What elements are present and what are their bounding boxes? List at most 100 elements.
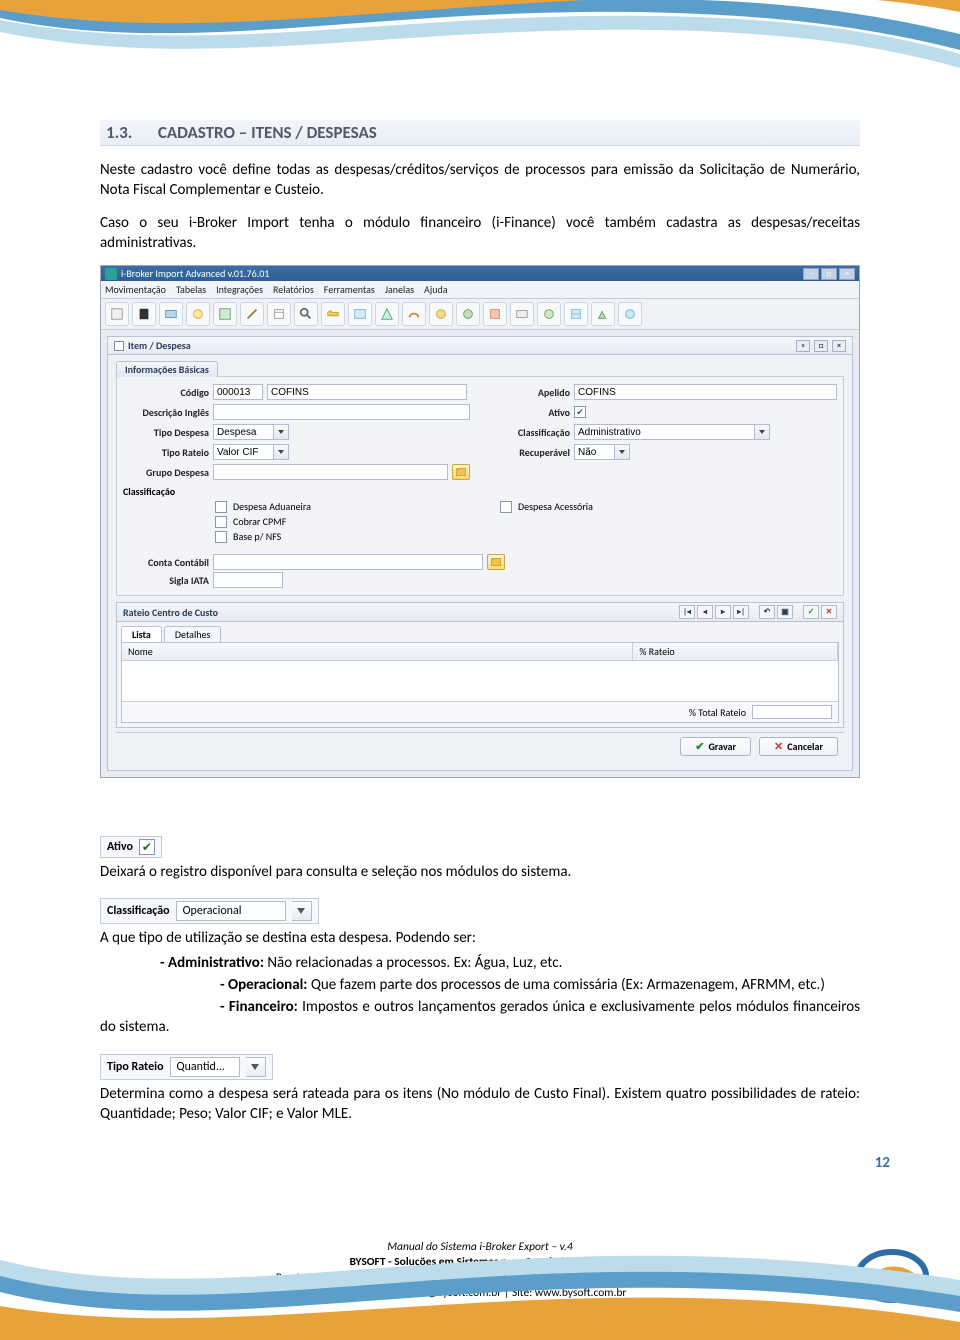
panel-maximize-icon[interactable]: □ [814, 340, 828, 352]
close-button[interactable]: × [839, 268, 855, 280]
chk-despesa-acessoria[interactable] [500, 501, 512, 513]
toolbar-icon[interactable] [132, 302, 156, 326]
minimize-button[interactable]: – [803, 268, 819, 280]
toolbar-icon[interactable] [105, 302, 129, 326]
nav-confirm-icon[interactable]: ✓ [803, 605, 819, 619]
toolbar-icon[interactable] [483, 302, 507, 326]
bullet-oper: - Operacional: Que fazem parte dos proce… [100, 975, 860, 995]
toolbar-icon[interactable] [618, 302, 642, 326]
recuperavel-value[interactable] [574, 444, 614, 460]
toolbar-icon[interactable] [159, 302, 183, 326]
window-title: i-Broker Import Advanced v.01.76.01 [121, 267, 269, 280]
nav-add-icon[interactable]: ▣ [777, 605, 793, 619]
tab-detalhes[interactable]: Detalhes [164, 626, 222, 642]
section-heading: 1.3. CADASTRO – ITENS / DESPESAS [100, 120, 860, 146]
toolbar-icon[interactable] [537, 302, 561, 326]
conta-contabil-input[interactable] [213, 554, 483, 570]
menu-ferramentas[interactable]: Ferramentas [324, 283, 375, 296]
ativo-description: Deixará o registro disponível para consu… [100, 862, 860, 882]
intro-paragraph-1: Neste cadastro você define todas as desp… [100, 160, 860, 201]
chevron-down-icon[interactable] [246, 1057, 266, 1077]
cancel-button[interactable]: ✕Cancelar [759, 737, 838, 756]
save-button-label: Gravar [708, 740, 736, 753]
codigo-label: Código [123, 386, 209, 399]
toolbar-icon[interactable] [294, 302, 318, 326]
menu-janelas[interactable]: Janelas [385, 283, 414, 296]
nav-undo-icon[interactable]: ↶ [759, 605, 775, 619]
bullet-admin: - Administrativo: Não relacionadas a pro… [160, 953, 860, 973]
snippet-ativo: Ativo [100, 836, 162, 858]
toolbar-icon[interactable] [321, 302, 345, 326]
sigla-iata-label: Sigla IATA [123, 574, 209, 587]
menu-integracoes[interactable]: Integrações [216, 283, 263, 296]
panel-icon [114, 341, 124, 351]
toolbar-icon[interactable] [591, 302, 615, 326]
menu-relatorios[interactable]: Relatórios [273, 283, 314, 296]
desc-ingles-input[interactable] [213, 404, 470, 420]
toolbar-icon[interactable] [429, 302, 453, 326]
codigo-input[interactable] [213, 384, 263, 400]
col-nome: Nome [122, 643, 633, 660]
tab-lista[interactable]: Lista [121, 626, 162, 642]
tipo-despesa-label: Tipo Despesa [123, 426, 209, 439]
tipo-despesa-combo[interactable] [213, 424, 289, 440]
classificacao-combo[interactable] [574, 424, 770, 440]
tipo-rateio-value[interactable] [213, 444, 273, 460]
toolbar-icon[interactable] [213, 302, 237, 326]
nav-last-icon[interactable]: ▸| [733, 605, 749, 619]
tipo-rateio-combo[interactable] [213, 444, 289, 460]
toolbar-icon[interactable] [564, 302, 588, 326]
grupo-despesa-input[interactable] [213, 464, 448, 480]
apelido-input[interactable] [574, 384, 837, 400]
codigo-desc-input[interactable] [267, 384, 467, 400]
ativo-checkbox[interactable] [574, 406, 586, 418]
menu-ajuda[interactable]: Ajuda [424, 283, 447, 296]
toolbar-icon[interactable] [456, 302, 480, 326]
chevron-down-icon[interactable] [273, 424, 289, 440]
grid-empty-area [122, 661, 838, 701]
snippet-ativo-checkbox[interactable] [139, 839, 155, 855]
nav-next-icon[interactable]: ▸ [715, 605, 731, 619]
panel-minimize-icon[interactable]: ▫ [796, 340, 810, 352]
toolbar-icon[interactable] [402, 302, 426, 326]
menu-tabelas[interactable]: Tabelas [176, 283, 206, 296]
tipo-despesa-value[interactable] [213, 424, 273, 440]
toolbar-icon[interactable] [267, 302, 291, 326]
nav-prev-icon[interactable]: ◂ [697, 605, 713, 619]
menu-movimentacao[interactable]: Movimentação [105, 283, 166, 296]
folder-icon[interactable] [452, 464, 470, 480]
footer-line-2: BYSOFT - Soluções em Sistemas para Comér… [0, 1255, 960, 1271]
chevron-down-icon[interactable] [614, 444, 630, 460]
panel-close-icon[interactable]: × [832, 340, 846, 352]
chevron-down-icon[interactable] [292, 901, 312, 921]
folder-icon[interactable] [487, 554, 505, 570]
recuperavel-combo[interactable] [574, 444, 630, 460]
toolbar-icon[interactable] [186, 302, 210, 326]
chk-base-nfs-label: Base p/ NFS [233, 530, 281, 543]
toolbar-icon[interactable] [348, 302, 372, 326]
toolbar-icon[interactable] [510, 302, 534, 326]
chk-despesa-aduaneira[interactable] [215, 501, 227, 513]
heading-number: 1.3. [106, 122, 154, 143]
snippet-rateio-value[interactable]: Quantid... [170, 1057, 240, 1077]
chk-cobrar-cpmf[interactable] [215, 516, 227, 528]
rateio-header: Rateio Centro de Custo |◂ ◂ ▸ ▸| ↶ ▣ ✓ ✕ [116, 602, 844, 622]
classif-intro: A que tipo de utilização se destina esta… [100, 928, 860, 948]
titlebar: i-Broker Import Advanced v.01.76.01 – □ … [101, 266, 859, 281]
nav-delete-icon[interactable]: ✕ [821, 605, 837, 619]
classificacao-value[interactable] [574, 424, 754, 440]
tab-informacoes-basicas[interactable]: Informações Básicas [116, 361, 218, 377]
sigla-iata-input[interactable] [213, 572, 283, 588]
footer-line-4: E-mail: treinamento@bysoft.com.br | Site… [0, 1286, 960, 1302]
save-button[interactable]: ✔Gravar [680, 737, 751, 756]
nav-first-icon[interactable]: |◂ [679, 605, 695, 619]
toolbar-icon[interactable] [240, 302, 264, 326]
chevron-down-icon[interactable] [754, 424, 770, 440]
chk-base-nfs[interactable] [215, 531, 227, 543]
page-number: 12 [875, 1154, 890, 1172]
chevron-down-icon[interactable] [273, 444, 289, 460]
toolbar-icon[interactable] [375, 302, 399, 326]
snippet-classif-value[interactable]: Operacional [176, 901, 286, 921]
ativo-label: Ativo [490, 406, 570, 419]
maximize-button[interactable]: □ [821, 268, 837, 280]
